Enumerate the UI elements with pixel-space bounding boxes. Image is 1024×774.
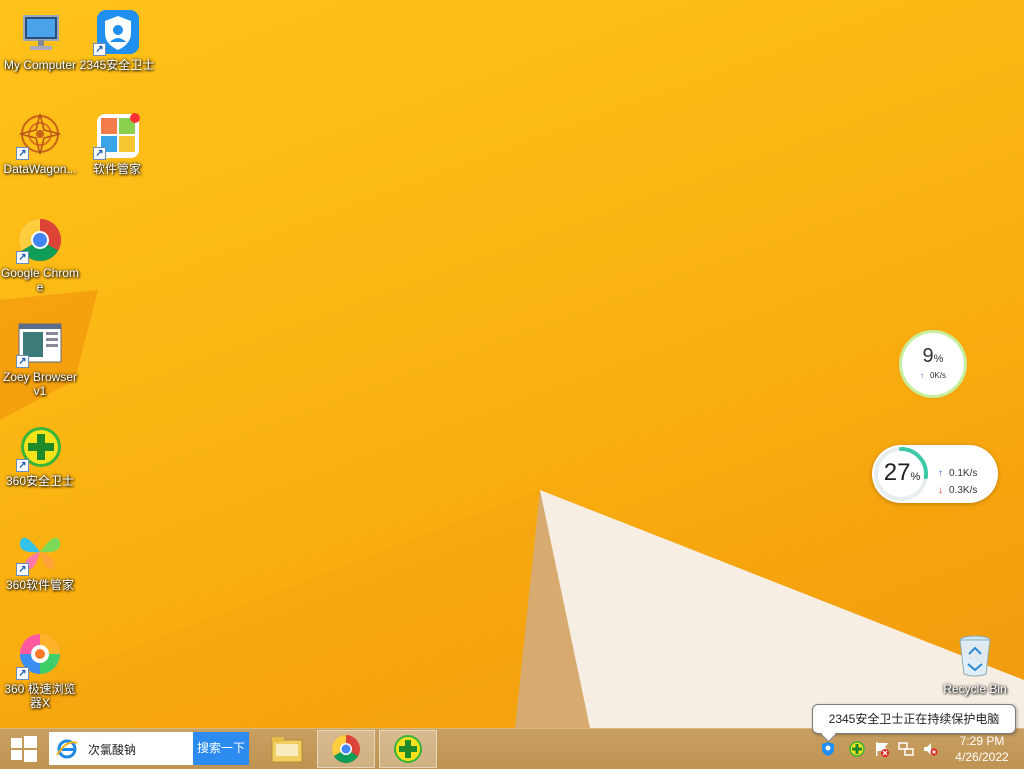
volume-muted-icon[interactable] (922, 741, 938, 757)
upload-arrow-icon: ↑ (938, 468, 943, 479)
desktop-icon-label: Google Chrome (0, 266, 80, 294)
upload-arrow-icon: ↑ (919, 371, 924, 380)
shortcut-arrow-icon: ↗ (16, 563, 29, 576)
desktop-icon-google-chrome[interactable]: ↗ Google Chrome (0, 216, 80, 294)
download-speed-value: 0.3K/s (949, 485, 978, 496)
clock-date: 4/26/2022 (955, 750, 1009, 764)
chrome-icon: ↗ (16, 216, 64, 264)
shortcut-arrow-icon: ↗ (16, 667, 29, 680)
desktop-icon-label: DataWagon... (3, 162, 77, 176)
desktop-icon-label: 360安全卫士 (5, 474, 75, 488)
wallpaper (0, 290, 1024, 728)
software-manager-icon: ↗ (93, 112, 141, 160)
ie-icon (56, 739, 78, 759)
memory-percent-unit: % (910, 471, 921, 483)
upload-speed-value: 0.1K/s (949, 468, 978, 479)
folder-icon (271, 737, 303, 763)
desktop-icon-label: My Computer (3, 58, 77, 72)
upload-speed: ↑ 0.1K/s (938, 468, 977, 479)
download-arrow-icon: ↓ (938, 485, 943, 496)
tray-360-security-icon[interactable] (849, 741, 865, 757)
memory-percent: 27% (878, 459, 926, 487)
windows-logo-icon (11, 736, 37, 762)
desktop-icon-label: 软件管家 (92, 162, 141, 176)
desktop-icon-360-security[interactable]: ↗ 360安全卫士 (0, 424, 80, 488)
search-input[interactable]: 次氯酸钠 (49, 732, 193, 765)
desktop-icon-software-manager[interactable]: ↗ 软件管家 (77, 112, 157, 176)
taskbar-360-security[interactable] (379, 730, 437, 768)
desktop-icon-360-software-manager[interactable]: ↗ 360软件管家 (0, 528, 80, 592)
desktop-icon-datawagon[interactable]: ↗ DataWagon... (0, 112, 80, 176)
computer-icon (16, 8, 64, 56)
plus-shield-icon: ↗ (16, 424, 64, 472)
cpu-percent: 9% (902, 345, 964, 368)
browser-window-icon: ↗ (16, 320, 64, 368)
recycle-bin-icon (951, 632, 999, 680)
shield-user-icon: ↗ (93, 8, 141, 56)
search-query: 次氯酸钠 (88, 743, 137, 757)
network-icon[interactable] (898, 741, 914, 757)
desktop-icon-2345-security[interactable]: ↗ 2345安全卫士 (77, 8, 157, 72)
butterfly-icon: ↗ (16, 528, 64, 576)
colorful-browser-icon: ↗ (16, 632, 64, 680)
chrome-icon (332, 735, 360, 763)
cpu-percent-value: 9 (922, 345, 934, 367)
desktop-icon-recycle-bin[interactable]: Recycle Bin (935, 632, 1015, 696)
start-button[interactable] (0, 729, 48, 769)
desktop-icon-zoey-browser[interactable]: ↗ Zoey Browser v1 (0, 320, 80, 398)
desktop-icon-label: Recycle Bin (943, 682, 1007, 696)
shortcut-arrow-icon: ↗ (93, 43, 106, 56)
taskbar-chrome[interactable] (317, 730, 375, 768)
tray-tooltip: 2345安全卫士正在持续保护电脑 (812, 704, 1016, 734)
network-speed: ↑ 0K/s (902, 371, 964, 380)
plus-shield-icon (394, 735, 422, 763)
shortcut-arrow-icon: ↗ (16, 147, 29, 160)
desktop-icon-my-computer[interactable]: My Computer (0, 8, 80, 72)
shortcut-arrow-icon: ↗ (16, 459, 29, 472)
tray-2345-shield-icon[interactable] (820, 741, 836, 757)
shortcut-arrow-icon: ↗ (16, 251, 29, 264)
desktop-icon-360-speed-browser[interactable]: ↗ 360 极速浏览器X (0, 632, 80, 710)
shortcut-arrow-icon: ↗ (93, 147, 106, 160)
network-speed-widget-small[interactable]: 9% ↑ 0K/s (902, 333, 964, 395)
download-speed: ↓ 0.3K/s (938, 485, 977, 496)
cpu-percent-unit: % (933, 353, 944, 365)
desktop-icon-label: 360软件管家 (5, 578, 75, 592)
taskbar-file-explorer[interactable] (258, 730, 316, 768)
taskbar: 次氯酸钠 搜索一下 7:29 PM 4/26/2022 (0, 728, 1024, 769)
network-speed-value: 0K/s (929, 371, 946, 380)
desktop-icon-label: 360 极速浏览器X (4, 682, 76, 710)
mandala-icon: ↗ (16, 112, 64, 160)
clock-time: 7:29 PM (959, 734, 1005, 748)
shortcut-arrow-icon: ↗ (16, 355, 29, 368)
memory-percent-value: 27 (883, 459, 911, 486)
desktop-icon-label: 2345安全卫士 (79, 58, 155, 72)
search-button[interactable]: 搜索一下 (193, 732, 249, 765)
desktop: My Computer ↗ 2345安全卫士 ↗ DataWagon... ↗ … (0, 0, 1024, 728)
action-center-flag-icon[interactable] (874, 741, 890, 757)
desktop-icon-label: Zoey Browser v1 (2, 370, 78, 398)
network-speed-widget-large[interactable]: 27% ↑ 0.1K/s ↓ 0.3K/s (872, 445, 998, 503)
system-clock[interactable]: 7:29 PM 4/26/2022 (952, 733, 1012, 765)
